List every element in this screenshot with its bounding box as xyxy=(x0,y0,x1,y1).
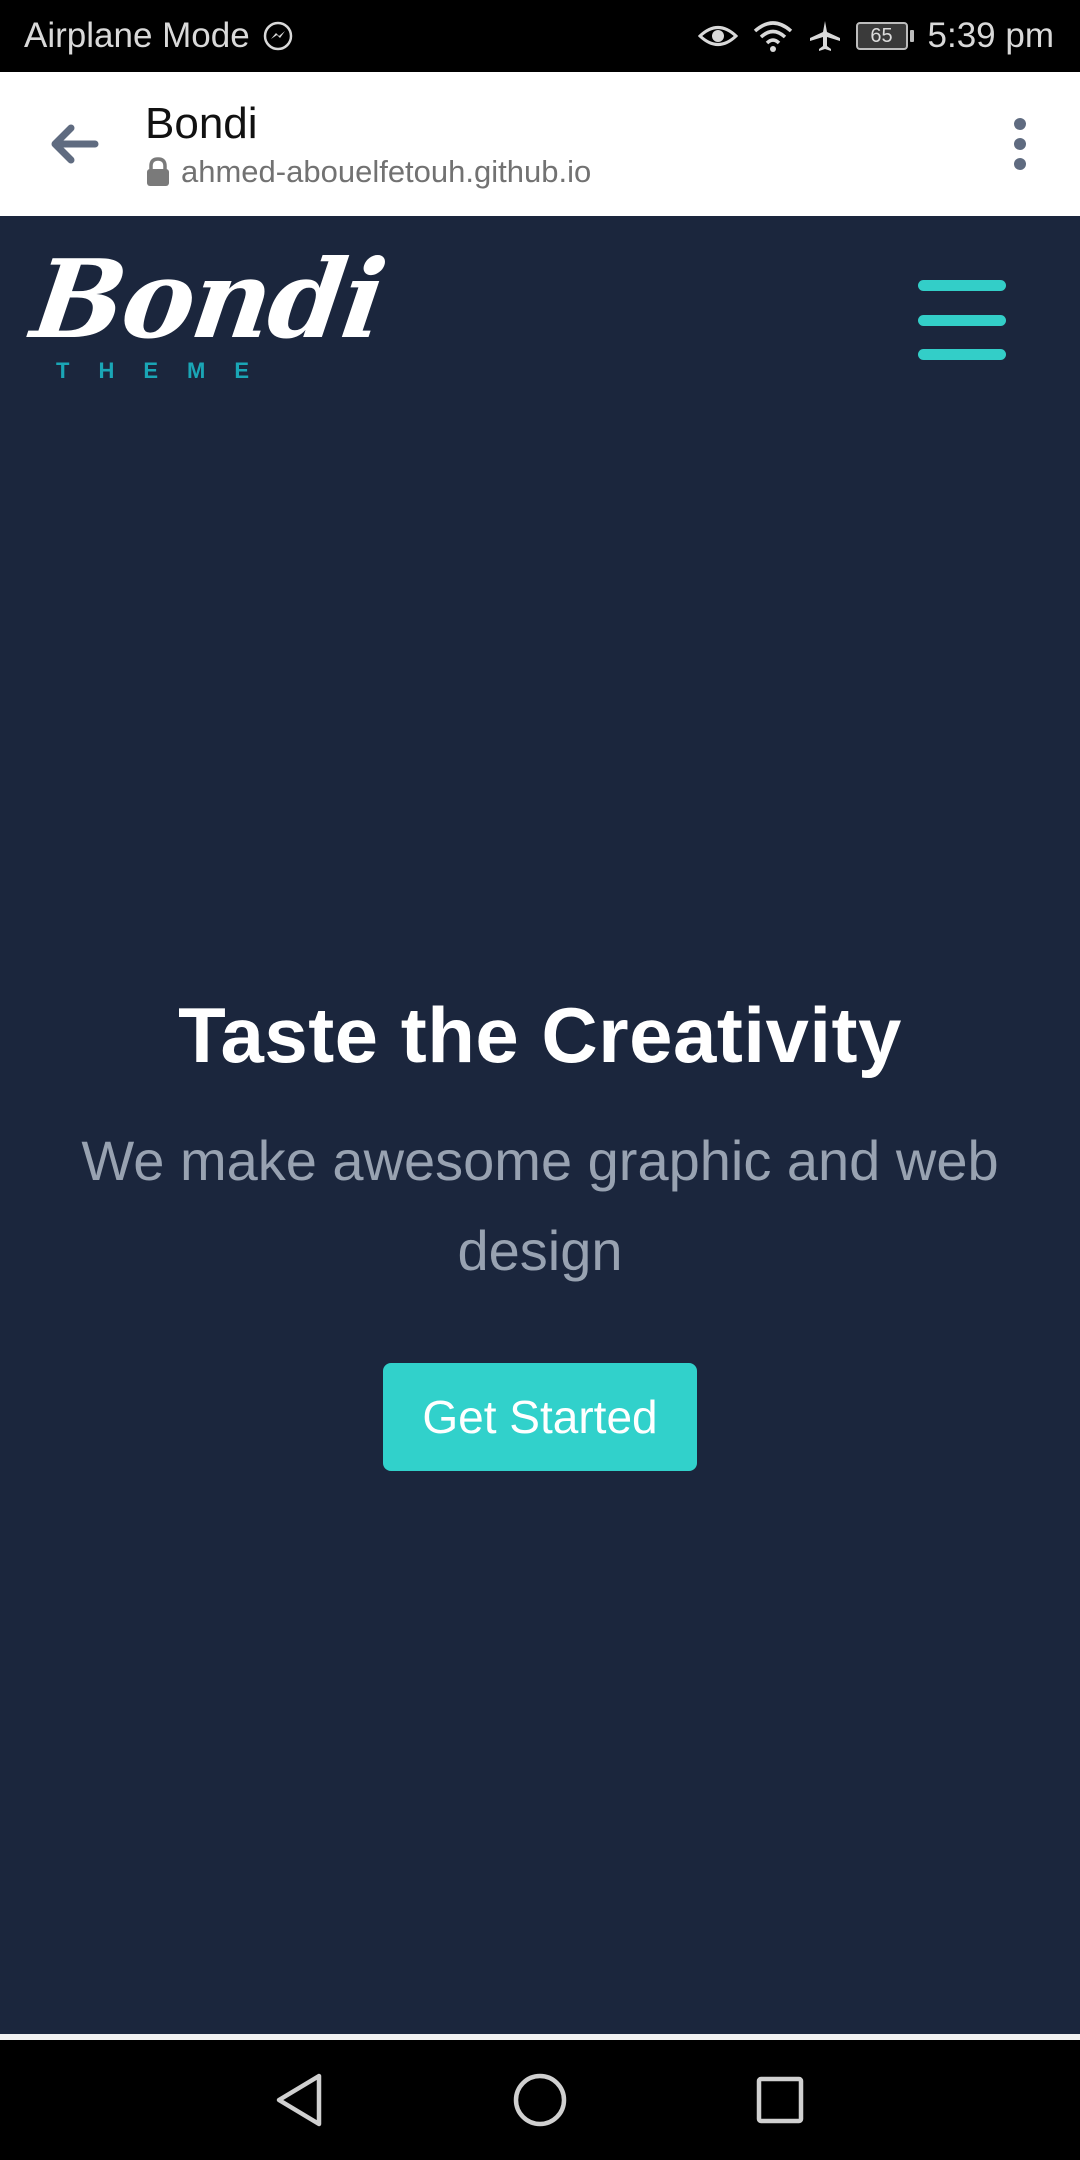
lock-icon xyxy=(147,157,169,187)
hamburger-icon[interactable] xyxy=(918,280,1006,360)
battery-icon: 65 xyxy=(855,22,914,50)
url-text: ahmed-abouelfetouh.github.io xyxy=(181,154,592,190)
page-title: Bondi xyxy=(145,98,258,148)
more-options-button[interactable] xyxy=(960,72,1080,216)
logo-wordmark: Bondi xyxy=(25,237,392,363)
back-arrow-icon xyxy=(51,124,98,164)
eye-icon xyxy=(697,21,738,51)
url-display[interactable]: ahmed-abouelfetouh.github.io xyxy=(145,154,960,190)
messenger-icon xyxy=(262,20,294,52)
status-right: 65 5:39 pm xyxy=(697,16,1054,56)
system-nav-bar xyxy=(0,2040,1080,2160)
airplane-icon xyxy=(808,19,842,53)
back-button[interactable] xyxy=(0,72,145,216)
status-bar: Airplane Mode 65 5:39 pm xyxy=(0,0,1080,72)
nav-home-button[interactable] xyxy=(496,2056,584,2144)
browser-toolbar: Bondi ahmed-abouelfetouh.github.io xyxy=(0,72,1080,216)
get-started-button[interactable]: Get Started xyxy=(383,1363,697,1471)
menu-bar xyxy=(918,349,1006,360)
hero-subtitle: We make awesome graphic and web design xyxy=(81,1129,999,1282)
toolbar-titles: Bondi ahmed-abouelfetouh.github.io xyxy=(145,98,960,191)
nav-back-icon xyxy=(276,2073,322,2127)
battery-tip xyxy=(909,30,914,42)
battery-level: 65 xyxy=(855,22,908,50)
menu-bar xyxy=(918,280,1006,291)
hero-title: Taste the Creativity xyxy=(178,991,902,1079)
airplane-mode-label: Airplane Mode xyxy=(24,16,250,55)
logo-subtitle: THEME xyxy=(56,358,278,383)
more-vert-icon xyxy=(1014,118,1026,170)
status-left: Airplane Mode xyxy=(24,16,294,56)
nav-recents-icon xyxy=(756,2076,804,2124)
menu-bar xyxy=(918,314,1006,326)
nav-back-button[interactable] xyxy=(256,2056,344,2144)
web-page: Bondi THEME Taste the Creativity We make… xyxy=(0,216,1080,2034)
wifi-icon xyxy=(752,19,794,53)
site-logo[interactable]: Bondi THEME xyxy=(25,237,391,386)
nav-recents-button[interactable] xyxy=(736,2056,824,2144)
nav-home-icon xyxy=(513,2073,567,2127)
status-time: 5:39 pm xyxy=(927,16,1054,55)
